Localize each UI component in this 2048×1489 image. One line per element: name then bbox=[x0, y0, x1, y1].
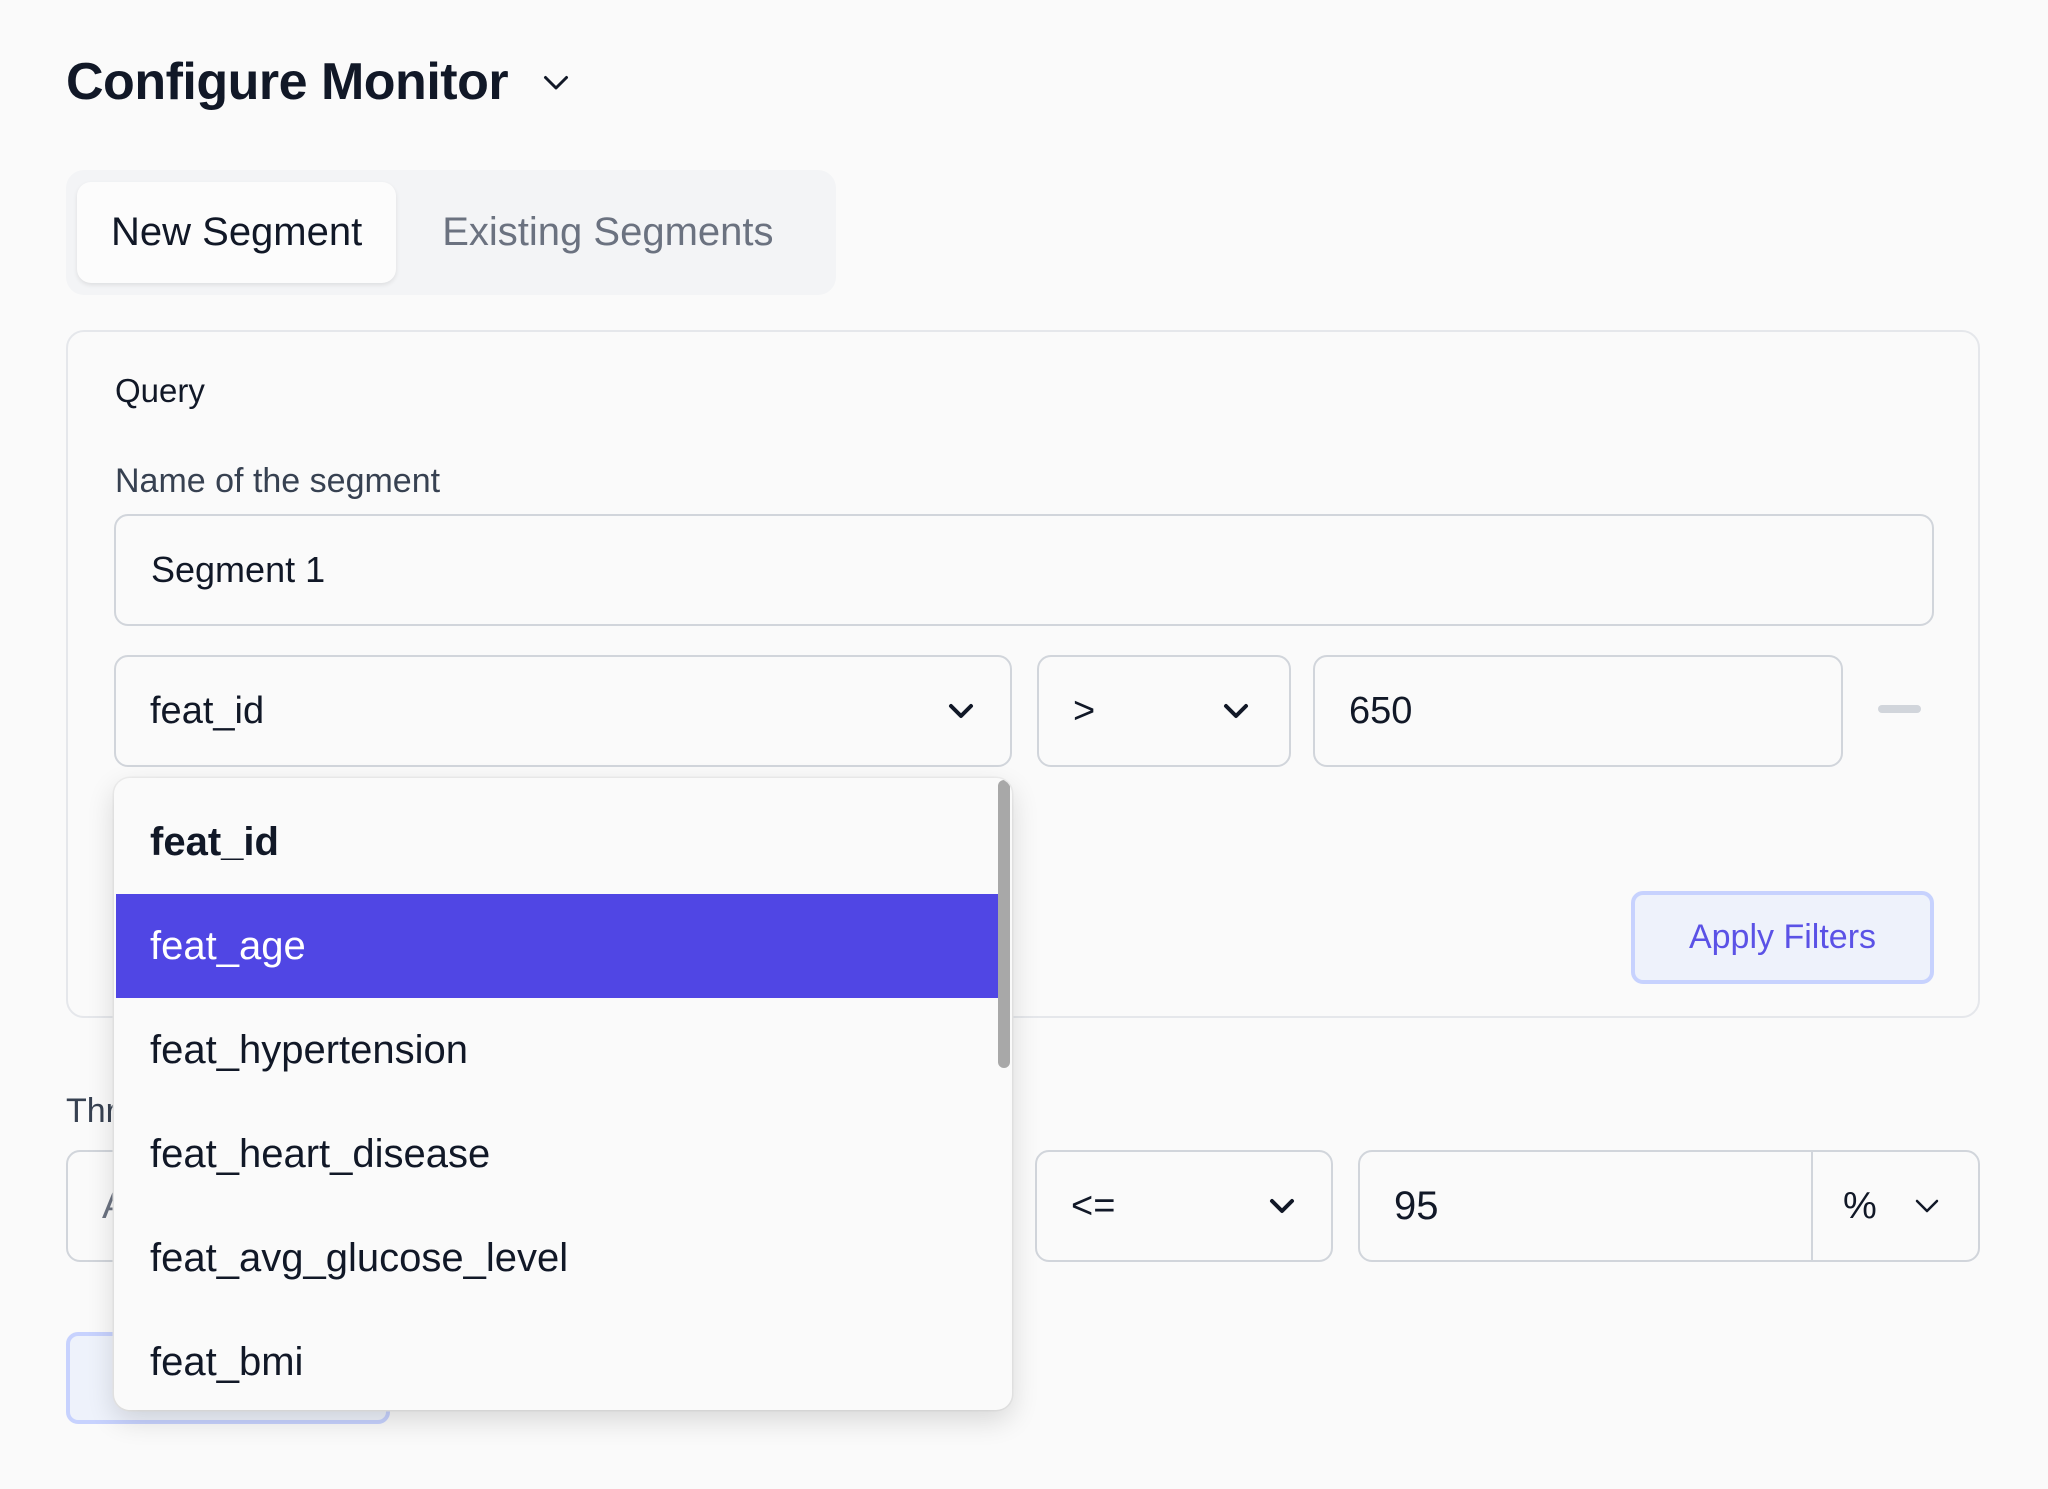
filter-value: 650 bbox=[1349, 689, 1413, 732]
apply-filters-button[interactable]: Apply Filters bbox=[1631, 891, 1934, 984]
tab-existing-segments[interactable]: Existing Segments bbox=[408, 182, 807, 283]
segment-tabs: New Segment Existing Segments bbox=[66, 170, 836, 295]
dropdown-scrollbar[interactable] bbox=[998, 780, 1010, 1068]
threshold-value-input[interactable]: 95 bbox=[1360, 1152, 1813, 1260]
dropdown-option-feat-age[interactable]: feat_age bbox=[116, 894, 998, 998]
dropdown-option-feat-hypertension[interactable]: feat_hypertension bbox=[116, 998, 998, 1102]
operator-select-value: > bbox=[1073, 689, 1096, 732]
tab-new-segment[interactable]: New Segment bbox=[77, 182, 397, 283]
filter-value-input[interactable]: 650 bbox=[1313, 655, 1843, 767]
dropdown-option-feat-bmi[interactable]: feat_bmi bbox=[116, 1310, 998, 1410]
dropdown-option-feat-heart-disease[interactable]: feat_heart_disease bbox=[116, 1102, 998, 1206]
threshold-value-group: 95 % bbox=[1358, 1150, 1980, 1262]
dropdown-option-feat-id[interactable]: feat_id bbox=[116, 790, 998, 894]
segment-name-label: Name of the segment bbox=[115, 462, 441, 500]
segment-name-value: Segment 1 bbox=[151, 549, 326, 590]
threshold-comparator-value: <= bbox=[1071, 1184, 1116, 1227]
configure-monitor-page: Configure Monitor New Segment Existing S… bbox=[0, 0, 2048, 1489]
chevron-down-icon bbox=[1270, 1199, 1294, 1213]
threshold-comparator-select[interactable]: <= bbox=[1035, 1150, 1333, 1262]
chevron-down-icon bbox=[949, 704, 973, 718]
threshold-unit-select[interactable]: % bbox=[1813, 1152, 1978, 1260]
dropdown-option-feat-avg-glucose-level[interactable]: feat_avg_glucose_level bbox=[116, 1206, 998, 1310]
chevron-down-icon bbox=[1224, 704, 1248, 718]
title-row: Configure Monitor bbox=[66, 52, 574, 112]
operator-select[interactable]: > bbox=[1037, 655, 1291, 767]
segment-name-input[interactable]: Segment 1 bbox=[114, 514, 1934, 626]
feature-dropdown-menu: feat_id feat_age feat_hypertension feat_… bbox=[114, 778, 1012, 1410]
query-section-label: Query bbox=[115, 372, 205, 409]
feature-select[interactable]: feat_id bbox=[114, 655, 1012, 767]
feature-select-value: feat_id bbox=[150, 689, 265, 732]
chevron-down-icon[interactable] bbox=[538, 64, 574, 100]
chevron-down-icon bbox=[1915, 1199, 1939, 1213]
remove-filter-button[interactable] bbox=[1878, 705, 1921, 713]
threshold-label: Thr bbox=[66, 1092, 117, 1130]
threshold-unit-value: % bbox=[1843, 1184, 1877, 1227]
threshold-value: 95 bbox=[1394, 1183, 1439, 1228]
page-title: Configure Monitor bbox=[66, 53, 509, 111]
